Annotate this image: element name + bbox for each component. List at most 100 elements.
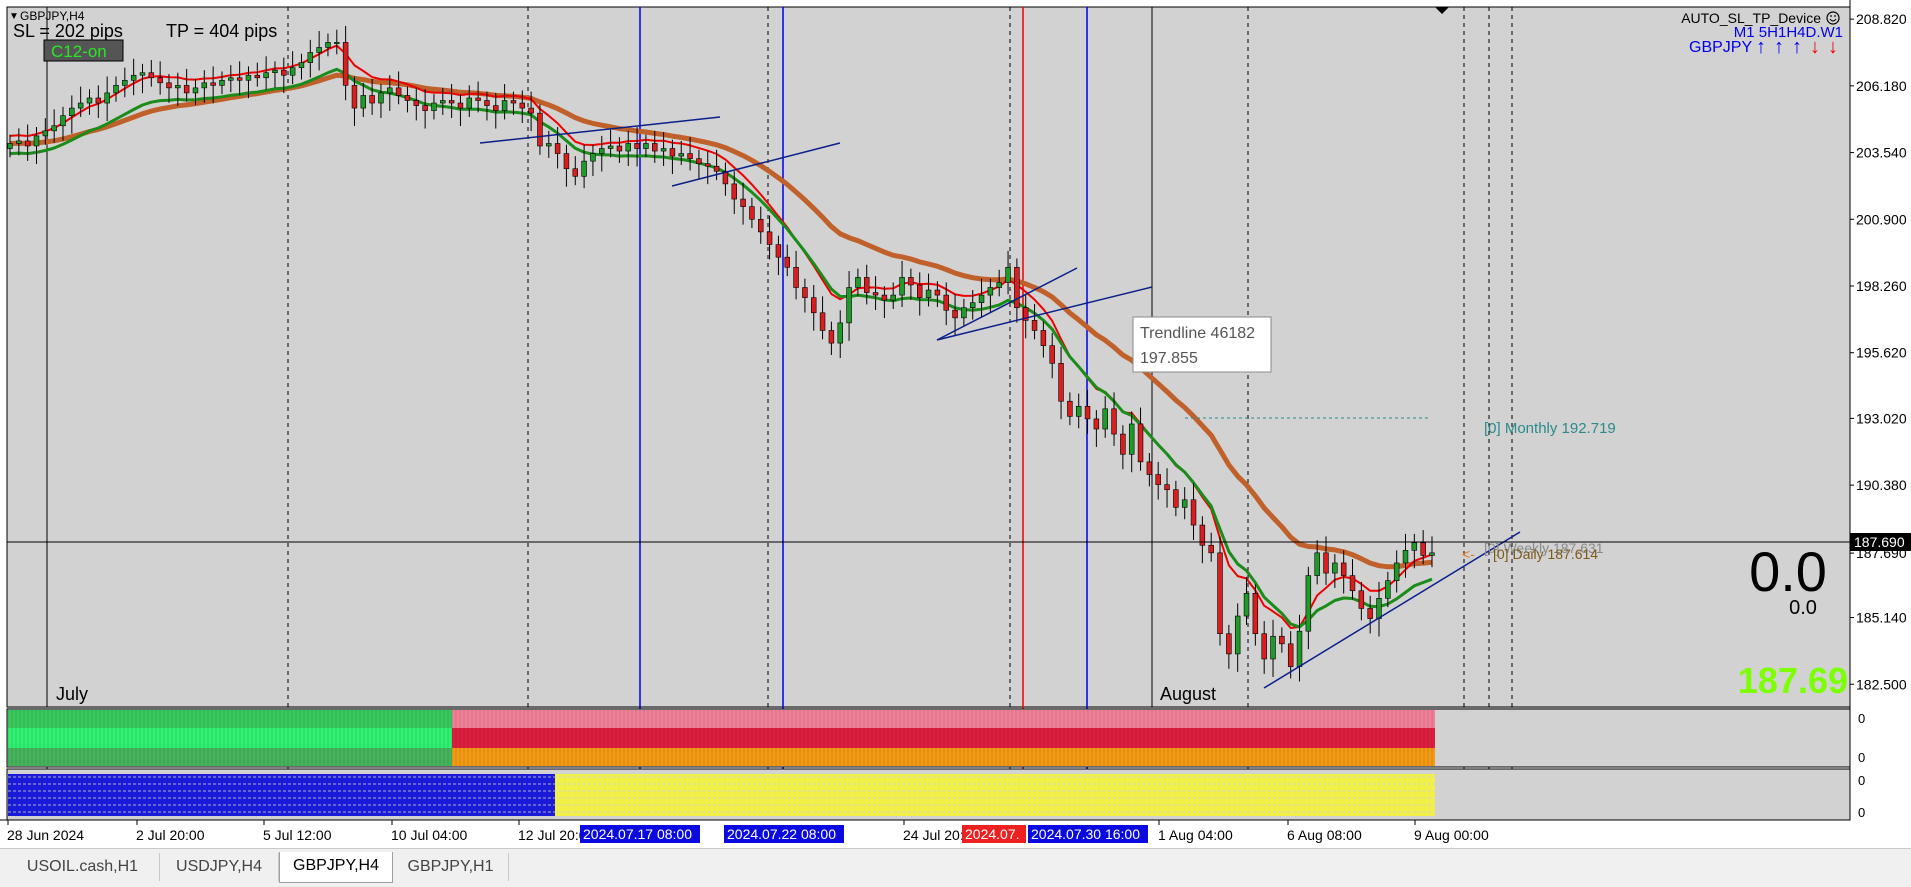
bear-candle [254, 74, 261, 79]
bull-candle [1332, 562, 1338, 574]
bear-candle [572, 168, 578, 177]
y-tick-label: 198.260 [1856, 278, 1907, 294]
price-chart[interactable]: 208.820 206.180 203.540 200.900 198.260 195.6… [0, 0, 1911, 848]
month-label-august: August [1160, 684, 1216, 704]
price-value: 187.69 [1738, 660, 1848, 701]
bear-candle [1014, 266, 1020, 309]
bear-candle [802, 287, 808, 298]
tab-gbpjpy-h4[interactable]: GBPJPY,H4 [279, 852, 393, 883]
bear-candle [1137, 423, 1144, 463]
bear-candle [528, 107, 534, 114]
vertical-line-time-label: 2024.07.17 08:00 [583, 826, 692, 842]
bear-candle [766, 231, 773, 245]
bull-candle [1128, 423, 1135, 455]
bull-candle [1102, 408, 1108, 430]
x-tick-label: 10 Jul 04:00 [391, 827, 467, 843]
bear-candle [1111, 408, 1117, 435]
bear-candle [1261, 633, 1267, 660]
bear-candle [1358, 590, 1365, 609]
arrow-up-icon: ↑ [1792, 36, 1802, 58]
bear-candle [1208, 544, 1214, 554]
y-tick-label: 208.820 [1856, 11, 1907, 27]
bear-candle [281, 69, 287, 76]
bear-candle [652, 143, 658, 152]
tab-gbpjpy-h1[interactable]: GBPJPY,H1 [393, 853, 509, 881]
y-tick-label: 206.180 [1856, 78, 1907, 94]
bear-candle [554, 143, 561, 154]
bear-candle [519, 102, 526, 109]
bull-candle [1270, 635, 1276, 660]
daily-arrow-icon: <- [1462, 546, 1475, 562]
bull-candle [1234, 615, 1241, 655]
bull-candle [307, 52, 314, 63]
bear-candle [183, 85, 190, 94]
tab-usdjpy-h4[interactable]: USDJPY,H4 [160, 853, 279, 881]
x-tick-label: 1 Aug 04:00 [1158, 827, 1233, 843]
y-tick-label: 185.140 [1856, 610, 1907, 626]
bull-candle [890, 294, 896, 301]
bear-candle [166, 82, 172, 89]
bull-candle [69, 107, 75, 116]
bull-candle [431, 102, 437, 111]
bull-candle [219, 79, 225, 86]
bear-candle [1323, 552, 1329, 574]
bull-candle [1411, 542, 1418, 551]
y-tick-label: 195.620 [1856, 345, 1907, 361]
indicator1-zero-top: 0 [1858, 711, 1865, 726]
bull-candle [643, 143, 649, 149]
bull-candle [175, 85, 181, 89]
bear-candle [872, 292, 879, 296]
bull-candle [1075, 405, 1082, 417]
bear-candle [1190, 499, 1197, 526]
bear-candle [493, 105, 499, 111]
indicator2-yellow-block [555, 774, 1435, 816]
bull-candle [60, 115, 66, 127]
bull-candle [581, 160, 587, 177]
bear-candle [236, 77, 243, 81]
tp-text: TP = 404 pips [166, 21, 277, 41]
bear-candle [351, 85, 358, 109]
tooltip-value: 197.855 [1140, 350, 1198, 367]
bear-candle [457, 102, 464, 109]
bear-candle [1031, 320, 1038, 331]
bear-candle [369, 95, 375, 104]
tab-bar: USOIL.cash,H1 USDJPY,H4 GBPJPY,H4 GBPJPY… [0, 848, 1911, 887]
bull-candle [272, 69, 278, 74]
bear-candle [24, 140, 31, 147]
bear-candle [148, 72, 155, 79]
arrow-down-icon: ↓ [1810, 36, 1820, 58]
bull-candle [1393, 562, 1400, 581]
bear-candle [475, 97, 481, 101]
vertical-line-time-label: 2024.07.30 16:00 [1031, 826, 1140, 842]
bull-candle [1181, 499, 1188, 508]
sl-text: SL = 202 pips [13, 21, 123, 41]
bear-candle [537, 112, 543, 147]
bear-candle [1058, 363, 1064, 402]
bear-candle [740, 198, 746, 207]
bear-candle [1049, 345, 1055, 364]
bull-candle [855, 277, 861, 288]
bull-candle [139, 72, 146, 76]
bear-candle [1340, 562, 1347, 576]
bull-candle [607, 145, 614, 149]
bull-candle [1005, 266, 1011, 283]
vertical-line-time-label: 2024.07. [965, 826, 1020, 842]
bull-candle [77, 102, 84, 109]
bear-candle [1084, 405, 1091, 420]
bear-candle [1173, 489, 1179, 508]
tab-usoil-h1[interactable]: USOIL.cash,H1 [6, 853, 160, 881]
bear-candle [422, 105, 428, 111]
bear-candle [510, 100, 517, 104]
smiley-eye-left [1830, 15, 1832, 17]
y-tick-label: 182.500 [1856, 676, 1907, 692]
bear-candle [1155, 474, 1161, 485]
bear-candle [943, 294, 949, 311]
bear-candle [696, 158, 702, 164]
arrow-up-icon: ↑ [1774, 36, 1784, 58]
bear-candle [210, 82, 216, 86]
current-price-tag-label: 187.690 [1854, 534, 1905, 550]
bear-candle [731, 183, 737, 200]
bear-candle [1287, 643, 1294, 667]
daily-label: [0] Daily 187.614 [1493, 546, 1598, 562]
bear-candle [95, 97, 102, 104]
